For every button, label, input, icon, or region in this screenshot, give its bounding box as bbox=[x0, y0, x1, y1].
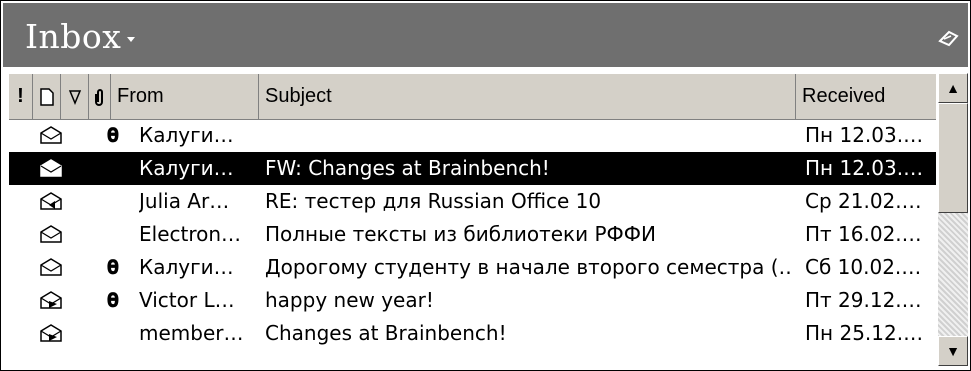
scrollbar-thumb[interactable] bbox=[938, 103, 968, 213]
dropdown-arrow-icon bbox=[127, 36, 136, 42]
document-icon[interactable] bbox=[33, 74, 61, 119]
message-received: Ср 21.02.… bbox=[805, 189, 922, 213]
message-subject: Полные тексты из библиотеки РФФИ bbox=[265, 222, 656, 246]
importance-column-header[interactable]: ! bbox=[9, 74, 33, 119]
message-from: Калуги… bbox=[139, 255, 234, 279]
envelope-open-icon bbox=[40, 258, 62, 276]
message-from: Калуги… bbox=[139, 156, 234, 180]
envelope-forwarded-icon bbox=[40, 291, 62, 309]
pin-icon[interactable] bbox=[936, 27, 962, 49]
message-received: Пн 12.03.… bbox=[805, 156, 924, 180]
scroll-down-button[interactable]: ▼ bbox=[938, 336, 968, 366]
message-row[interactable]: 𝛉 Калуги… Пн 12.03.… bbox=[9, 119, 936, 152]
scroll-up-button[interactable]: ▲ bbox=[938, 73, 968, 103]
message-subject: Дорогому студенту в начале второго семес… bbox=[265, 255, 790, 279]
from-column-header[interactable]: From bbox=[111, 74, 259, 119]
paperclip-icon: 𝛉 bbox=[107, 255, 119, 279]
message-from: Electron… bbox=[139, 222, 242, 246]
folder-title-bar: Inbox bbox=[3, 3, 968, 67]
message-list: 𝛉 Калуги… Пн 12.03.… Калуги… FW: Changes… bbox=[9, 119, 936, 366]
paperclip-icon[interactable] bbox=[89, 74, 111, 119]
message-row[interactable]: Julia Ar… RE: тестер для Russian Office … bbox=[9, 185, 936, 218]
message-from: Victor L… bbox=[139, 288, 235, 312]
message-from: member… bbox=[139, 321, 244, 345]
envelope-replied-icon bbox=[40, 192, 62, 210]
message-subject: Changes at Brainbench! bbox=[265, 321, 507, 345]
envelope-forwarded-icon bbox=[40, 324, 62, 342]
message-from: Julia Ar… bbox=[139, 189, 230, 213]
outlook-window: Inbox ! From Subject Received 𝛉 Калуги… … bbox=[0, 0, 971, 371]
message-received: Пт 29.12.… bbox=[805, 288, 922, 312]
column-header-row: ! From Subject Received bbox=[9, 73, 936, 120]
message-received: Пн 12.03.… bbox=[805, 123, 924, 147]
message-row[interactable]: Electron… Полные тексты из библиотеки РФ… bbox=[9, 218, 936, 251]
message-row[interactable]: member… Changes at Brainbench! Пн 25.12.… bbox=[9, 317, 936, 350]
envelope-open-icon bbox=[40, 225, 62, 243]
message-row[interactable]: 𝛉 Калуги… Дорогому студенту в начале вто… bbox=[9, 251, 936, 284]
message-row[interactable]: 𝛉 Victor L… happy new year! Пт 29.12.… bbox=[9, 284, 936, 317]
message-received: Пт 16.02.… bbox=[805, 222, 922, 246]
received-column-header[interactable]: Received bbox=[796, 74, 936, 119]
vertical-scrollbar[interactable]: ▲ ▼ bbox=[938, 73, 968, 366]
envelope-open-icon bbox=[40, 126, 62, 144]
message-subject: happy new year! bbox=[265, 288, 434, 312]
paperclip-icon: 𝛉 bbox=[107, 123, 119, 147]
message-subject: RE: тестер для Russian Office 10 bbox=[265, 189, 602, 213]
folder-title[interactable]: Inbox bbox=[25, 17, 136, 56]
message-from: Калуги… bbox=[139, 123, 234, 147]
flag-icon[interactable] bbox=[61, 74, 89, 119]
message-received: Пн 25.12.… bbox=[805, 321, 924, 345]
message-subject: FW: Changes at Brainbench! bbox=[265, 156, 550, 180]
paperclip-icon: 𝛉 bbox=[107, 288, 119, 312]
message-received: Сб 10.02.… bbox=[805, 255, 922, 279]
subject-column-header[interactable]: Subject bbox=[259, 74, 796, 119]
message-subject bbox=[265, 119, 790, 152]
message-row-selected[interactable]: Калуги… FW: Changes at Brainbench! Пн 12… bbox=[9, 152, 936, 185]
envelope-open-icon bbox=[40, 159, 62, 177]
